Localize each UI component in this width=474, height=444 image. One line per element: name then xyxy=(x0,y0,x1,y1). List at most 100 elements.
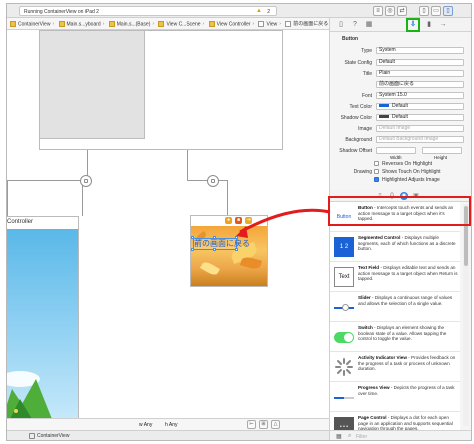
height-caption: Height xyxy=(434,155,448,160)
activity-status: Running ContainerView on iPad 2 ▲ 2 xyxy=(19,6,277,16)
slider-icon xyxy=(334,297,354,317)
scene-dock: ● ■ ⇥ xyxy=(191,216,267,226)
shadow-offset-label: Shadow Offset xyxy=(339,148,372,154)
utilities-toggle-icon[interactable]: ▯ xyxy=(443,6,453,16)
embed-segue-icon[interactable] xyxy=(80,175,92,187)
size-class-bar: w Any h Any ⊢ ⊞ △ xyxy=(7,418,329,430)
warning-icon[interactable]: ▲ xyxy=(256,8,262,14)
breadcrumb-item[interactable]: Main.s...yboard xyxy=(58,20,101,27)
view-icon xyxy=(258,20,265,27)
height-size-class[interactable]: h Any xyxy=(165,422,178,428)
highlighted-adjusts-image-checkbox[interactable]: Highlighted Adjusts Image xyxy=(374,177,440,183)
debug-toggle-icon[interactable]: ▭ xyxy=(431,6,441,16)
shows-touch-checkbox[interactable]: Shows Touch On Highlight xyxy=(374,169,441,175)
size-inspector-icon[interactable]: ▮ xyxy=(424,20,434,30)
left-view-controller-scene[interactable]: Controller xyxy=(7,216,79,419)
view-controller-icon[interactable]: ● xyxy=(225,217,232,224)
text-field-icon: Text xyxy=(334,267,354,287)
search-icon: ⌕ xyxy=(348,433,352,439)
embed-segue-icon[interactable] xyxy=(207,175,219,187)
autumn-background-image: 前の画面に戻る xyxy=(191,226,267,286)
switch-icon xyxy=(334,327,354,347)
type-select[interactable]: System xyxy=(376,47,464,54)
filter-input[interactable]: Filter xyxy=(356,434,367,440)
font-field[interactable]: System 15.0 xyxy=(376,92,464,99)
segmented-control-icon: 1 2 xyxy=(334,237,354,257)
list-item[interactable]: Progress View - Depicts the progress of … xyxy=(330,382,460,412)
width-caption: Width xyxy=(390,155,402,160)
segue-line xyxy=(7,180,8,216)
image-field[interactable]: Default Image xyxy=(376,125,464,132)
identity-inspector-icon[interactable]: ▦ xyxy=(364,20,374,30)
list-item[interactable]: Activity Indicator View - Provides feedb… xyxy=(330,352,460,382)
shadow-width-field[interactable] xyxy=(376,147,416,154)
image-label: Image xyxy=(358,126,372,132)
title-text-field[interactable]: 前の画面に戻る xyxy=(376,81,464,88)
grid-view-icon[interactable]: ▦ xyxy=(336,433,342,440)
button-icon xyxy=(285,20,292,27)
attributes-inspector-icon[interactable]: ⇩ xyxy=(406,18,420,32)
shadow-color-swatch xyxy=(379,115,389,119)
title-label: Title xyxy=(362,71,372,77)
folder-icon xyxy=(58,20,65,27)
debug-bar: ContainerView xyxy=(7,430,329,440)
assistant-editor-icon[interactable]: ◎ xyxy=(385,6,395,16)
activity-indicator-icon xyxy=(334,357,354,377)
scene-icon xyxy=(158,20,165,27)
drawing-label: Drawing xyxy=(353,169,372,175)
list-item[interactable]: • • • Page Control - Displays a dot for … xyxy=(330,412,460,430)
section-title: Button xyxy=(342,36,359,42)
reverses-on-highlight-checkbox[interactable]: Reverses On Highlight xyxy=(374,161,432,167)
version-editor-icon[interactable]: ⇄ xyxy=(397,6,407,16)
activity-status-text: Running ContainerView on iPad 2 xyxy=(24,9,99,15)
breadcrumb-item[interactable]: View xyxy=(258,20,277,27)
quick-help-icon[interactable]: ? xyxy=(350,20,360,30)
project-icon xyxy=(10,20,16,27)
container-view[interactable] xyxy=(40,31,145,139)
text-color-select[interactable]: Default xyxy=(376,103,464,110)
library-filter-bar: ▦ ⌕ Filter xyxy=(330,430,471,440)
list-item[interactable]: Slider - Displays a continuous range of … xyxy=(330,292,460,322)
list-item[interactable]: Text Text Field - Displays editable text… xyxy=(330,262,460,292)
utilities-panel: ▯ ? ▦ ⇩ ▮ → Button Type System State Con… xyxy=(329,18,471,440)
breadcrumb-item[interactable]: ContainerView xyxy=(10,20,50,27)
background-field[interactable]: Default Background Image xyxy=(376,136,464,143)
object-library-list[interactable]: Button Button - Intercepts touch events … xyxy=(330,202,460,430)
library-scrollbar[interactable] xyxy=(463,204,469,426)
first-responder-icon[interactable]: ■ xyxy=(235,217,242,224)
font-label: Font xyxy=(361,93,372,99)
connections-inspector-icon[interactable]: → xyxy=(438,20,448,30)
container-scene[interactable] xyxy=(39,30,283,150)
toolbar: Running ContainerView on iPad 2 ▲ 2 ≡ ◎ … xyxy=(7,4,471,18)
view-controller-icon xyxy=(208,20,215,27)
segue-line xyxy=(187,150,188,180)
progress-view-icon xyxy=(334,387,354,407)
breadcrumb-item[interactable]: View Controller xyxy=(208,20,250,27)
title-type-select[interactable]: Plain xyxy=(376,70,464,77)
background-label: Background xyxy=(345,137,372,143)
target-icon xyxy=(29,433,35,439)
pin-icon[interactable]: ⊞ xyxy=(259,420,268,429)
segue-line xyxy=(7,180,87,181)
list-item[interactable]: Switch - Displays an element showing the… xyxy=(330,322,460,352)
breadcrumb-item[interactable]: View C...Scene xyxy=(158,20,201,27)
breadcrumb-item[interactable]: Main.s...(Base) xyxy=(108,20,150,27)
file-inspector-icon[interactable]: ▯ xyxy=(336,20,346,30)
align-icon[interactable]: ⊢ xyxy=(247,420,256,429)
shadow-color-label: Shadow Color xyxy=(340,115,372,121)
resolve-icon[interactable]: △ xyxy=(271,420,280,429)
shadow-height-field[interactable] xyxy=(422,147,462,154)
scene-title: Controller xyxy=(7,219,34,225)
standard-editor-icon[interactable]: ≡ xyxy=(373,6,383,16)
width-size-class[interactable]: w Any xyxy=(139,422,152,428)
child-view-controller-scene[interactable]: ● ■ ⇥ 前の画面に戻る xyxy=(190,215,268,287)
breadcrumb-item[interactable]: 前の画面に戻る xyxy=(285,20,328,27)
type-label: Type xyxy=(361,48,372,54)
list-item[interactable]: 1 2 Segmented Control - Displays multipl… xyxy=(330,232,460,262)
state-config-select[interactable]: Default xyxy=(376,59,464,66)
shadow-color-select[interactable]: Default xyxy=(376,114,464,121)
storyboard-canvas[interactable]: Controller ● ■ ⇥ 前の画面に戻る xyxy=(7,30,329,419)
navigator-toggle-icon[interactable]: ▯ xyxy=(419,6,429,16)
text-color-swatch xyxy=(379,104,389,108)
exit-icon[interactable]: ⇥ xyxy=(245,217,252,224)
